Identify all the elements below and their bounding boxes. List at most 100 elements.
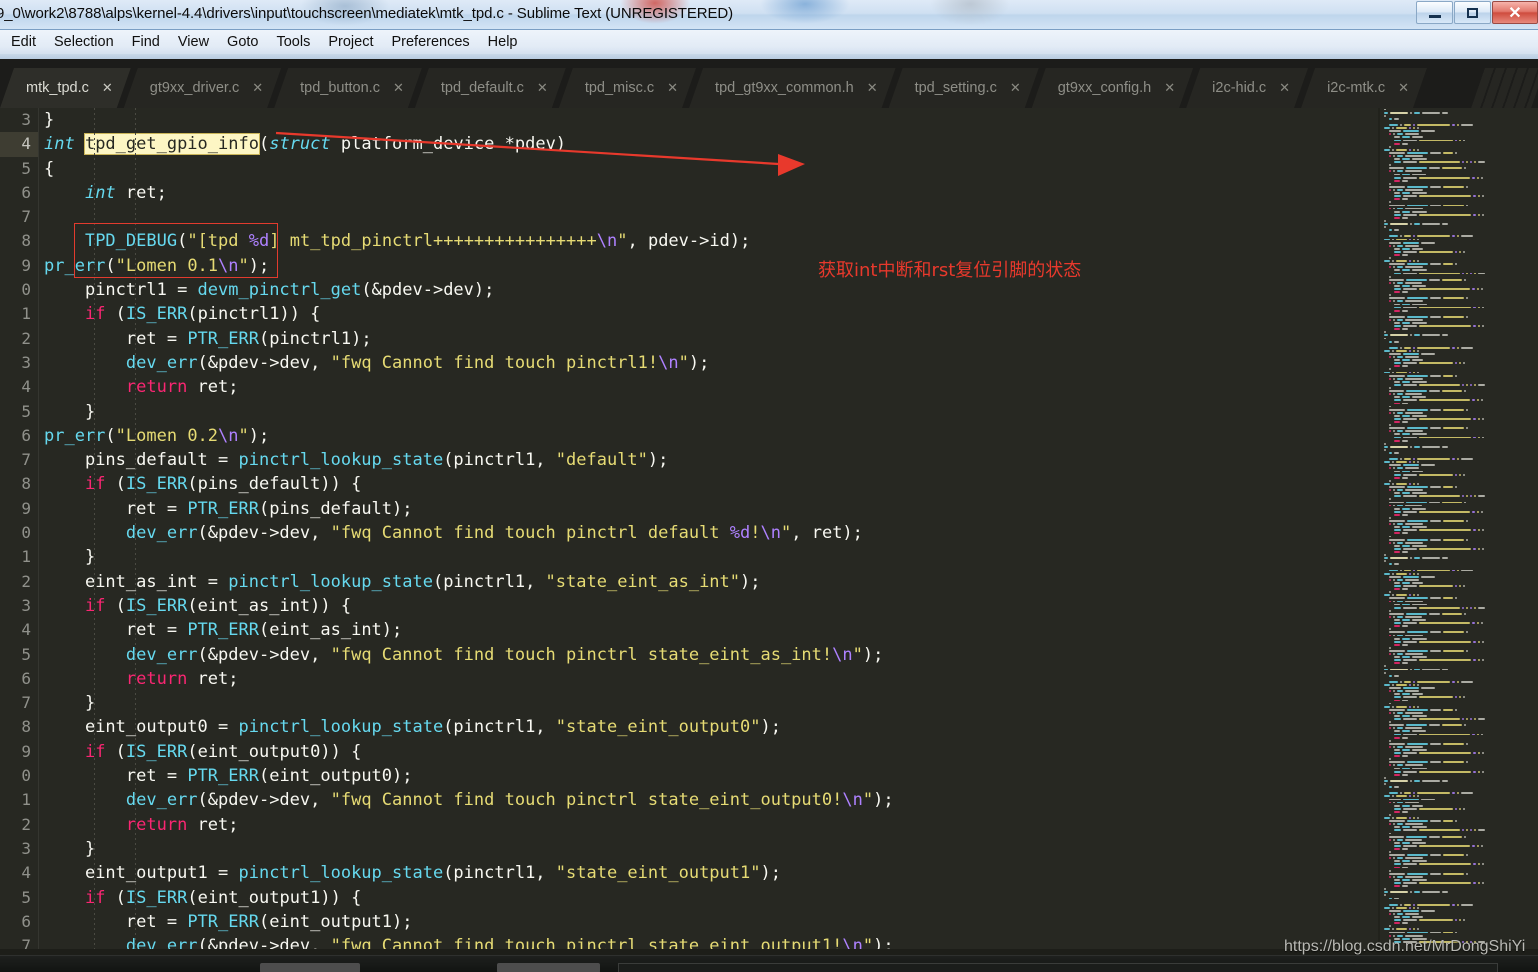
code-line[interactable]: return ret; bbox=[38, 813, 1378, 837]
menu-item-tools[interactable]: Tools bbox=[267, 32, 319, 52]
code-line[interactable]: if (IS_ERR(eint_output0)) { bbox=[38, 740, 1378, 764]
tab-close-icon[interactable]: ✕ bbox=[667, 80, 678, 96]
menu-item-find[interactable]: Find bbox=[123, 32, 169, 52]
windows-taskbar[interactable] bbox=[0, 955, 1538, 972]
tab-close-icon[interactable]: ✕ bbox=[1279, 80, 1290, 96]
tab-close-icon[interactable]: ✕ bbox=[102, 80, 113, 96]
minimap-token bbox=[1394, 659, 1402, 662]
code-line[interactable]: } bbox=[38, 400, 1378, 424]
code-editor[interactable]: 3456789012345678901234567890123456789012… bbox=[0, 108, 1538, 955]
minimap-token bbox=[1406, 427, 1428, 430]
minimap[interactable] bbox=[1380, 108, 1538, 955]
code-line[interactable]: } bbox=[38, 837, 1378, 861]
minimap-token bbox=[1454, 919, 1457, 922]
code-content[interactable]: } int tpd_get_gpio_info(struct platform_d… bbox=[38, 108, 1378, 955]
code-line[interactable]: dev_err(&pdev->dev, "fwq Cannot find tou… bbox=[38, 351, 1378, 375]
code-line[interactable]: dev_err(&pdev->dev, "fwq Cannot find tou… bbox=[38, 643, 1378, 667]
tab-close-icon[interactable]: ✕ bbox=[252, 80, 263, 96]
code-line[interactable]: ret = PTR_ERR(eint_output0); bbox=[38, 764, 1378, 788]
code-line[interactable]: pinctrl1 = devm_pinctrl_get(&pdev->dev); bbox=[38, 278, 1378, 302]
close-button[interactable]: ✕ bbox=[1492, 1, 1538, 24]
tab-close-icon[interactable]: ✕ bbox=[867, 80, 878, 96]
code-line[interactable]: { bbox=[38, 157, 1378, 181]
code-line[interactable]: eint_output1 = pinctrl_lookup_state(pinc… bbox=[38, 861, 1378, 885]
code-line[interactable]: pr_err("Lomen 0.1\n"); bbox=[38, 254, 1378, 278]
minimap-token bbox=[1405, 612, 1427, 615]
tab-close-icon[interactable]: ✕ bbox=[1010, 80, 1021, 96]
code-line[interactable]: TPD_DEBUG("[tpd %d] mt_tpd_pinctrl++++++… bbox=[38, 229, 1378, 253]
code-token: ] mt_tpd_pinctrl++++++++++++++++ bbox=[269, 231, 597, 252]
minimap-token bbox=[1389, 257, 1391, 259]
menu-item-project[interactable]: Project bbox=[319, 32, 382, 52]
code-line[interactable]: } bbox=[38, 691, 1378, 715]
code-line[interactable]: return ret; bbox=[38, 667, 1378, 691]
code-line[interactable]: dev_err(&pdev->dev, "fwq Cannot find tou… bbox=[38, 788, 1378, 812]
minimap-token bbox=[1394, 288, 1402, 290]
minimap-token bbox=[1443, 820, 1453, 823]
tab-mtk-tpd-c[interactable]: mtk_tpd.c ✕ bbox=[0, 68, 131, 108]
code-line[interactable]: ret = PTR_ERR(eint_output1); bbox=[38, 910, 1378, 934]
tab-tpd-setting-c[interactable]: tpd_setting.c ✕ bbox=[889, 68, 1039, 108]
taskbar-window-group[interactable] bbox=[618, 963, 1498, 972]
tab-close-icon[interactable]: ✕ bbox=[537, 80, 548, 96]
code-line[interactable]: ret = PTR_ERR(pinctrl1); bbox=[38, 327, 1378, 351]
minimap-token bbox=[1416, 148, 1419, 151]
tab-i2c-hid-c[interactable]: i2c-hid.c ✕ bbox=[1186, 68, 1308, 108]
minimap-token bbox=[1397, 489, 1404, 492]
code-line[interactable]: ret = PTR_ERR(pins_default); bbox=[38, 497, 1378, 521]
tab-tpd-button-c[interactable]: tpd_button.c ✕ bbox=[274, 68, 422, 108]
tab-close-icon[interactable]: ✕ bbox=[1164, 80, 1175, 96]
minimap-token bbox=[1396, 127, 1407, 130]
minimap-token bbox=[1456, 458, 1459, 461]
watermark-text: https://blog.csdn.net/MrDongShiYi bbox=[1284, 938, 1526, 955]
menu-item-edit[interactable]: Edit bbox=[2, 32, 45, 52]
tab-gt9xx-config-h[interactable]: gt9xx_config.h ✕ bbox=[1032, 68, 1193, 108]
minimap-token bbox=[1410, 779, 1413, 782]
minimap-token bbox=[1394, 674, 1400, 677]
code-line[interactable]: } bbox=[38, 108, 1378, 132]
menu-item-goto[interactable]: Goto bbox=[218, 32, 267, 52]
minimap-token bbox=[1411, 507, 1427, 510]
minimap-token bbox=[1411, 210, 1428, 213]
code-line[interactable]: int tpd_get_gpio_info(struct platform_de… bbox=[38, 132, 1378, 156]
code-line[interactable]: eint_as_int = pinctrl_lookup_state(pinct… bbox=[38, 570, 1378, 594]
tab-tpd-default-c[interactable]: tpd_default.c ✕ bbox=[415, 68, 566, 108]
code-token: ( bbox=[105, 304, 126, 325]
code-line[interactable]: } bbox=[38, 545, 1378, 569]
minimap-token bbox=[1403, 547, 1417, 550]
code-line[interactable]: pr_err("Lomen 0.2\n"); bbox=[38, 424, 1378, 448]
minimap-token bbox=[1429, 650, 1442, 652]
minimap-token bbox=[1394, 622, 1402, 625]
tab-close-icon[interactable]: ✕ bbox=[1398, 80, 1409, 96]
code-line[interactable]: if (IS_ERR(eint_as_int)) { bbox=[38, 594, 1378, 618]
code-line[interactable]: pins_default = pinctrl_lookup_state(pinc… bbox=[38, 448, 1378, 472]
code-line[interactable]: if (IS_ERR(pinctrl1)) { bbox=[38, 302, 1378, 326]
code-line[interactable] bbox=[38, 205, 1378, 229]
menu-item-selection[interactable]: Selection bbox=[45, 32, 123, 52]
tab-i2c-mtk-c[interactable]: i2c-mtk.c ✕ bbox=[1301, 68, 1427, 108]
minimap-token bbox=[1403, 752, 1417, 754]
code-line[interactable]: if (IS_ERR(eint_output1)) { bbox=[38, 886, 1378, 910]
tab-close-icon[interactable]: ✕ bbox=[393, 80, 404, 96]
code-line[interactable]: eint_output0 = pinctrl_lookup_state(pinc… bbox=[38, 715, 1378, 739]
code-line[interactable]: return ret; bbox=[38, 375, 1378, 399]
menu-item-preferences[interactable]: Preferences bbox=[382, 32, 478, 52]
code-line[interactable]: if (IS_ERR(pins_default)) { bbox=[38, 472, 1378, 496]
tab-tpd-gt9xx-common-h[interactable]: tpd_gt9xx_common.h ✕ bbox=[689, 68, 896, 108]
code-line[interactable]: ret = PTR_ERR(eint_as_int); bbox=[38, 618, 1378, 642]
taskbar-button-2[interactable] bbox=[497, 963, 600, 972]
minimize-button[interactable] bbox=[1416, 1, 1453, 24]
minimap-token bbox=[1389, 312, 1391, 315]
taskbar-button-1[interactable] bbox=[260, 963, 360, 972]
tab-gt9xx-driver-c[interactable]: gt9xx_driver.c ✕ bbox=[124, 68, 281, 108]
code-line[interactable]: dev_err(&pdev->dev, "fwq Cannot find tou… bbox=[38, 521, 1378, 545]
maximize-button[interactable] bbox=[1454, 1, 1491, 24]
code-line[interactable]: int ret; bbox=[38, 181, 1378, 205]
tab-tpd-misc-c[interactable]: tpd_misc.c ✕ bbox=[559, 68, 696, 108]
minimap-token bbox=[1394, 551, 1401, 553]
minimap-token bbox=[1472, 510, 1475, 513]
menu-item-view[interactable]: View bbox=[169, 32, 218, 52]
code-token: (pinctrl1, bbox=[443, 717, 556, 738]
minimap-token bbox=[1402, 687, 1420, 690]
menu-item-help[interactable]: Help bbox=[479, 32, 527, 52]
